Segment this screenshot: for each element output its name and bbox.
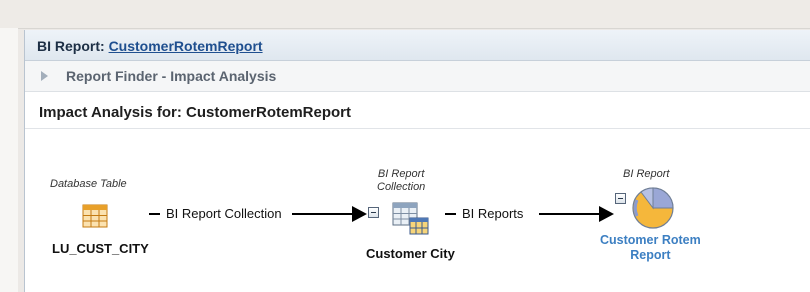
report-link-customer-rotem[interactable]: Customer Rotem Report (600, 233, 701, 263)
node-caption-line1: BI Report (377, 168, 425, 180)
node-name-customer-city[interactable]: Customer City (366, 246, 455, 261)
connector-2-lead (445, 213, 456, 215)
connector-2-arrowhead (599, 206, 614, 222)
connector-1-label: BI Report Collection (166, 206, 282, 221)
connector-1-line (292, 213, 353, 215)
collapse-toggle-report[interactable] (615, 193, 626, 204)
report-name-link[interactable]: CustomerRotemReport (109, 38, 263, 54)
header-label: BI Report: (37, 38, 105, 54)
pie-chart-icon[interactable] (629, 184, 675, 230)
connector-1-arrowhead (352, 206, 367, 222)
impact-analysis-panel: BI Report: CustomerRotemReport Report Fi… (24, 30, 810, 292)
connector-1-lead (149, 213, 160, 215)
report-link-line2[interactable]: Report (600, 248, 701, 263)
panel-header-text: BI Report: CustomerRotemReport (37, 38, 263, 54)
node-caption-bi-report: BI Report (623, 168, 670, 180)
report-collection-icon[interactable] (392, 202, 430, 236)
connector-2-label: BI Reports (462, 206, 524, 221)
node-caption-report-collection: BI Report Collection (377, 168, 425, 194)
panel-header: BI Report: CustomerRotemReport (25, 30, 810, 61)
collapse-toggle-collection[interactable] (368, 207, 379, 218)
browser-top-strip (0, 0, 810, 29)
node-name-lu-cust-city: LU_CUST_CITY (52, 241, 149, 256)
database-table-icon (82, 204, 108, 228)
section-title: Impact Analysis for: CustomerRotemReport (39, 104, 351, 121)
node-caption-line2: Collection (377, 181, 426, 193)
breadcrumb[interactable]: Report Finder - Impact Analysis (25, 61, 810, 92)
node-caption-database-table: Database Table (50, 178, 127, 190)
expand-arrow-icon[interactable] (41, 71, 48, 81)
section-title-row: Impact Analysis for: CustomerRotemReport (25, 92, 810, 129)
report-link-line1[interactable]: Customer Rotem (600, 233, 701, 248)
breadcrumb-text[interactable]: Report Finder - Impact Analysis (66, 68, 276, 84)
left-margin (0, 28, 18, 292)
connector-2-line (539, 213, 600, 215)
